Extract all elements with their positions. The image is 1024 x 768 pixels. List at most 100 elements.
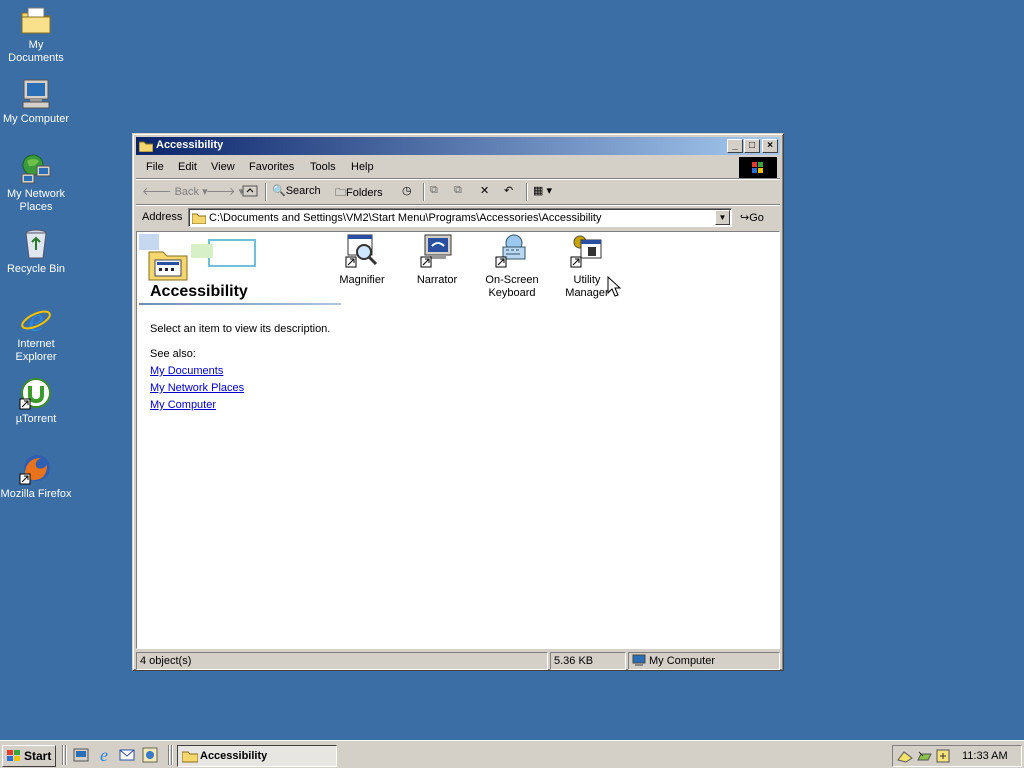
desktop-icon-label: Internet Explorer <box>15 338 57 363</box>
desktop-icon-recycle-bin[interactable]: Recycle Bin <box>0 227 72 276</box>
outlook-express-icon[interactable] <box>118 746 136 764</box>
copy-to-button[interactable]: ⧉ <box>454 184 462 197</box>
desktop-icon-my-computer[interactable]: My Computer <box>0 77 72 126</box>
history-icon: ◷ <box>402 185 412 197</box>
my-computer-icon <box>632 654 646 666</box>
status-location-label: My Computer <box>649 655 716 667</box>
menu-view[interactable]: View <box>211 161 235 173</box>
taskbar-grip[interactable] <box>62 745 64 765</box>
move-to-icon: ⧉ <box>430 184 438 196</box>
maximize-button[interactable]: □ <box>744 139 760 153</box>
file-item-on-screen-keyboard[interactable]: On-Screen Keyboard <box>475 234 549 300</box>
svg-text:e: e <box>28 302 43 336</box>
desktop-icon-label: µTorrent <box>15 413 57 425</box>
history-button[interactable]: ◷ <box>402 184 412 197</box>
desktop-icon-label: Mozilla Firefox <box>0 488 72 500</box>
toolbar: 🡐 Back ▾ 🡒 ▾ 🔍Search 🗀Folders ◷ ⧉ ⧉ ✕ ↶ … <box>136 180 780 204</box>
chevron-down-icon: ▼ <box>718 213 727 222</box>
desktop-icon-network-places[interactable]: My Network Places <box>0 152 72 214</box>
address-dropdown-button[interactable]: ▼ <box>715 210 730 225</box>
start-button[interactable]: Start <box>2 745 56 767</box>
magnifier-icon <box>345 234 378 268</box>
keyboard-icon <box>495 234 526 268</box>
undo-button[interactable]: ↶ <box>504 184 513 197</box>
link-my-documents[interactable]: My Documents <box>150 365 223 377</box>
back-button[interactable]: 🡐 Back ▾ <box>142 184 208 198</box>
toolbar-separator <box>265 183 267 201</box>
up-folder-button[interactable] <box>242 184 258 200</box>
link-my-network-places[interactable]: My Network Places <box>150 382 244 394</box>
go-arrow-icon: ↪ <box>740 212 750 224</box>
my-computer-icon <box>22 79 50 109</box>
folder-icon <box>192 213 206 224</box>
windows-flag-icon <box>752 162 763 173</box>
search-button[interactable]: 🔍Search <box>272 184 321 197</box>
delete-icon: ✕ <box>480 185 490 197</box>
views-button[interactable]: ▦ ▾ <box>533 184 552 197</box>
firefox-icon <box>19 455 50 485</box>
minimize-button[interactable]: _ <box>727 139 743 153</box>
file-item-label: Narrator <box>416 274 458 286</box>
desktop-icon-utorrent[interactable]: µTorrent <box>0 377 72 426</box>
search-icon: 🔍 <box>272 185 286 197</box>
media-player-icon[interactable] <box>141 746 159 764</box>
status-location: My Computer <box>628 652 780 670</box>
taskbar-button-accessibility[interactable]: Accessibility <box>177 745 337 767</box>
menu-bar: File Edit View Favorites Tools Help <box>136 157 780 179</box>
address-label: Address <box>142 211 183 223</box>
desktop-icon-internet-explorer[interactable]: e Internet Explorer <box>0 302 72 364</box>
taskbar-button-label: Accessibility <box>200 750 268 762</box>
folder-title: Accessibility <box>150 283 248 300</box>
clock[interactable]: 11:33 AM <box>962 750 1008 762</box>
show-desktop-icon[interactable] <box>72 746 90 764</box>
file-item-magnifier[interactable]: Magnifier <box>325 234 399 287</box>
utility-manager-icon <box>570 235 602 268</box>
file-item-narrator[interactable]: Narrator <box>400 234 474 287</box>
folders-icon: 🗀 <box>335 187 346 199</box>
views-icon: ▦ <box>533 185 544 197</box>
taskbar-grip[interactable] <box>65 745 67 765</box>
menu-tools[interactable]: Tools <box>310 161 336 173</box>
network-places-icon <box>21 154 51 184</box>
my-documents-icon <box>21 7 51 34</box>
folders-button[interactable]: 🗀Folders <box>335 184 383 203</box>
sync-tray-icon[interactable] <box>915 748 933 764</box>
taskbar: Start e Accessibility 11:33 AM <box>0 740 1024 768</box>
file-item-label: On-Screen Keyboard <box>485 274 539 299</box>
go-button[interactable]: ↪Go <box>740 211 764 224</box>
menu-file[interactable]: File <box>146 161 164 173</box>
narrator-icon <box>420 234 452 268</box>
undo-icon: ↶ <box>504 185 514 197</box>
move-to-button[interactable]: ⧉ <box>430 184 438 197</box>
internet-explorer-icon[interactable]: e <box>95 746 113 764</box>
internet-explorer-icon: e <box>21 302 51 336</box>
item-description: Select an item to view its description. <box>150 323 331 335</box>
title-underline <box>139 303 341 305</box>
menu-help[interactable]: Help <box>351 161 374 173</box>
forward-button[interactable]: 🡒 ▾ <box>206 184 244 198</box>
see-also-label: See also: <box>150 348 196 360</box>
status-size: 5.36 KB <box>550 652 626 670</box>
desktop-icon-label: Recycle Bin <box>6 263 66 275</box>
desktop-icon-my-documents[interactable]: My Documents <box>0 3 72 65</box>
link-my-computer[interactable]: My Computer <box>150 399 216 411</box>
address-bar: Address C:\Documents and Settings\VM2\St… <box>136 206 780 230</box>
menu-favorites[interactable]: Favorites <box>249 161 294 173</box>
toolbar-separator <box>423 183 425 201</box>
network-tray-icon[interactable] <box>896 748 914 764</box>
toolbar-separator <box>526 183 528 201</box>
title-bar[interactable]: Accessibility _ □ × <box>136 137 780 155</box>
windows-flag-icon <box>7 750 20 761</box>
explorer-window: Accessibility _ □ × File Edit View Favor… <box>132 133 784 671</box>
taskbar-grip[interactable] <box>171 745 173 765</box>
delete-button[interactable]: ✕ <box>480 184 489 197</box>
address-input[interactable]: C:\Documents and Settings\VM2\Start Menu… <box>188 208 732 227</box>
menu-edit[interactable]: Edit <box>178 161 197 173</box>
security-tray-icon[interactable] <box>934 748 952 764</box>
taskbar-grip[interactable] <box>168 745 170 765</box>
forward-arrow-icon: 🡒 <box>206 186 236 198</box>
close-button[interactable]: × <box>762 139 778 153</box>
status-bar: 4 object(s) 5.36 KB My Computer <box>136 652 780 670</box>
svg-text:e: e <box>100 746 108 764</box>
desktop-icon-firefox[interactable]: Mozilla Firefox <box>0 452 72 501</box>
